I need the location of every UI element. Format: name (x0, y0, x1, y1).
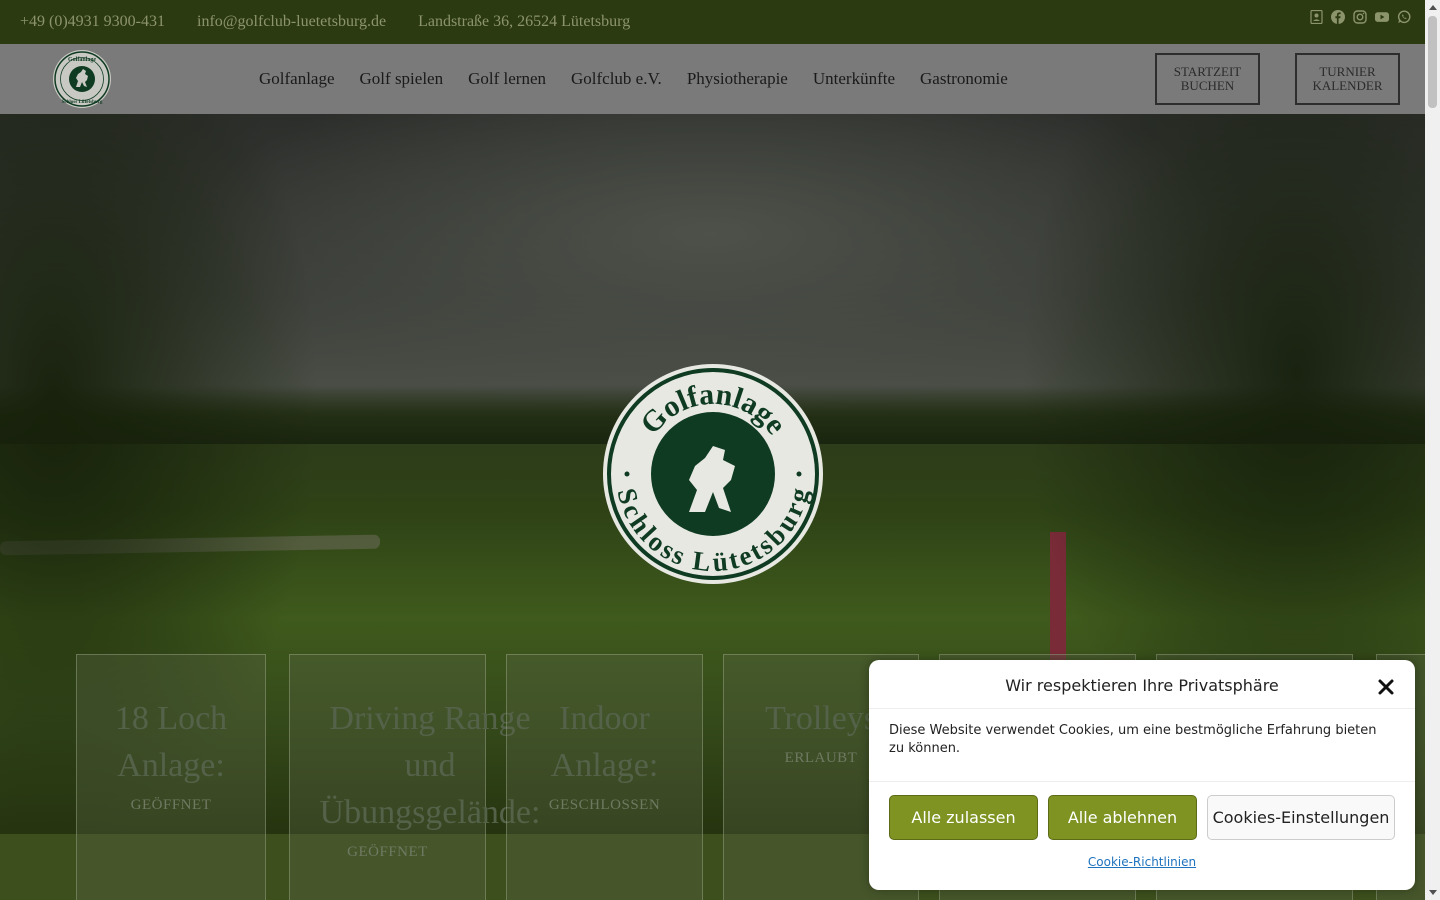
social-icons (1309, 10, 1411, 24)
tournament-calendar-line1: Turnier (1319, 64, 1376, 79)
facebook-icon[interactable] (1331, 10, 1345, 24)
accept-all-button[interactable]: Alle zulassen (889, 795, 1038, 840)
scrollbar-thumb[interactable] (1428, 16, 1437, 108)
top-info-bar: +49 (0)4931 9300-431 info@golfclub-luete… (0, 0, 1425, 44)
nav-golf-lernen[interactable]: Golf lernen (468, 69, 546, 89)
address-text: Landstraße 36, 26524 Lütetsburg (418, 13, 631, 30)
site-header: Golfanlage Schloss Lütetsburg Golfanlage… (0, 44, 1425, 114)
card-title: 18 Loch Anlage: (114, 700, 228, 784)
tournament-calendar-button[interactable]: Turnier Kalender (1295, 53, 1400, 105)
nav-golfclub[interactable]: Golfclub e.V. (571, 69, 662, 89)
status-card-driving-range: Driving Range und Übungsgelände: Geöffne… (289, 654, 541, 900)
status-card-18-loch: 18 Loch Anlage: Geöffnet (76, 654, 266, 900)
nav-gastronomie[interactable]: Gastronomie (920, 69, 1008, 89)
card-title: Indoor Anlage: (550, 700, 659, 784)
status-card-indoor: Indoor Anlage: Geschlossen (506, 654, 703, 900)
cookie-consent-dialog: Wir respektieren Ihre Privatsphäre Diese… (869, 660, 1415, 890)
nav-unterkuenfte[interactable]: Unterkünfte (813, 69, 895, 89)
book-tee-time-line2: buchen (1180, 78, 1235, 93)
svg-text:Schloss Lütetsburg: Schloss Lütetsburg (62, 100, 103, 105)
cookie-divider-top (869, 708, 1415, 709)
deny-all-button[interactable]: Alle ablehnen (1048, 795, 1197, 840)
header-logo[interactable]: Golfanlage Schloss Lütetsburg (52, 49, 112, 109)
phone-link[interactable]: +49 (0)4931 9300-431 (20, 13, 165, 31)
instagram-icon[interactable] (1353, 10, 1367, 24)
tournament-calendar-line2: Kalender (1312, 78, 1383, 93)
svg-text:Golfanlage: Golfanlage (68, 57, 96, 63)
card-title: Driving Range und Übungsgelände: (290, 695, 541, 836)
nav-golf-spielen[interactable]: Golf spielen (360, 69, 444, 89)
email-link[interactable]: info@golfclub-luetetsburg.de (197, 13, 386, 31)
main-navigation: Golfanlage Golf spielen Golf lernen Golf… (259, 44, 1008, 114)
youtube-icon[interactable] (1375, 10, 1389, 24)
close-icon[interactable] (1377, 678, 1395, 696)
card-status: Geschlossen (548, 797, 661, 813)
nav-physiotherapie[interactable]: Physiotherapie (687, 69, 788, 89)
cookie-settings-button[interactable]: Cookies-Einstellungen (1207, 795, 1395, 840)
card-status: Geöffnet (130, 797, 212, 813)
hero-logo-seal: Golfanlage Schloss Lütetsburg (601, 362, 825, 586)
whatsapp-icon[interactable] (1397, 10, 1411, 24)
book-tee-time-line1: Startzeit (1173, 64, 1242, 79)
nav-golfanlage[interactable]: Golfanlage (259, 69, 335, 89)
card-status: Geöffnet (347, 844, 428, 860)
contact-card-icon[interactable] (1309, 10, 1323, 24)
cookie-title: Wir respektieren Ihre Privatsphäre (1005, 676, 1279, 695)
cookie-message: Diese Website verwendet Cookies, um eine… (889, 723, 1377, 756)
scroll-up-icon[interactable] (1429, 5, 1437, 10)
scroll-down-icon[interactable] (1429, 890, 1437, 895)
page-scrollbar[interactable] (1425, 0, 1440, 900)
cookie-divider-bottom (869, 781, 1415, 782)
cookie-policy-link[interactable]: Cookie-Richtlinien (869, 855, 1415, 869)
book-tee-time-button[interactable]: Startzeit buchen (1155, 53, 1260, 105)
